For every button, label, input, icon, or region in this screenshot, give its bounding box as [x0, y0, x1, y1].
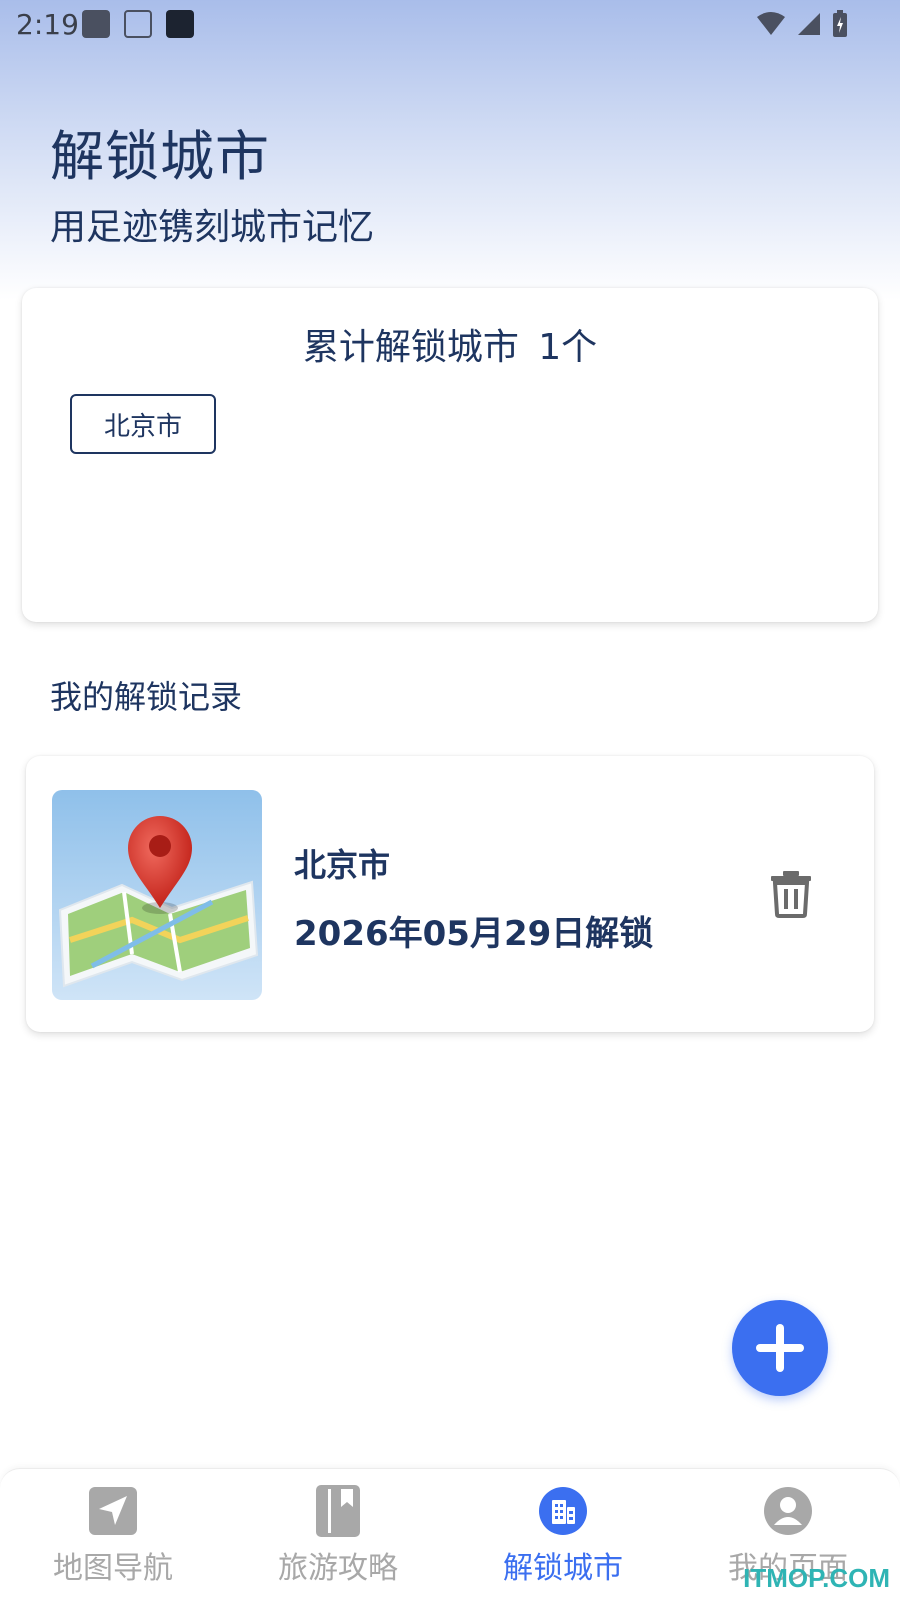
clock-widget-icon [166, 10, 194, 38]
nav-label: 地图导航 [53, 1551, 173, 1586]
notebook-icon [124, 10, 152, 38]
city-buildings-icon [537, 1485, 589, 1537]
status-bar: 2:19 [0, 0, 900, 48]
watermark: ITMOP.COM [743, 1563, 890, 1593]
status-time: 2:19 [16, 8, 79, 41]
nav-label: 旅游攻略 [278, 1551, 398, 1586]
record-date: 2026年05月29日解锁 [294, 914, 654, 954]
summary-label: 累计解锁城市 [302, 327, 519, 368]
navigation-arrow-icon [87, 1485, 139, 1537]
city-tag[interactable]: 北京市 [70, 394, 216, 454]
map-pin-thumbnail [52, 790, 262, 1000]
nav-label: 解锁城市 [503, 1551, 623, 1586]
system-icons [756, 10, 848, 38]
add-city-button[interactable] [732, 1300, 828, 1396]
record-city: 北京市 [294, 846, 391, 884]
trash-icon [771, 871, 811, 918]
delete-record-button[interactable] [766, 868, 816, 918]
user-icon [762, 1485, 814, 1537]
summary-title: 累计解锁城市 1个 [22, 318, 878, 370]
records-heading: 我的解锁记录 [50, 678, 243, 716]
record-card[interactable]: 北京市 2026年05月29日解锁 [26, 756, 874, 1032]
unlocked-summary-card: 累计解锁城市 1个 北京市 [22, 288, 878, 622]
page-title: 解锁城市 [50, 125, 270, 188]
summary-count: 1个 [538, 327, 598, 368]
signal-icon [798, 13, 820, 35]
wifi-icon [757, 12, 785, 35]
book-icon [312, 1485, 364, 1537]
sina-icon [82, 10, 110, 38]
battery-icon [833, 10, 847, 37]
page-subtitle: 用足迹镌刻城市记忆 [50, 207, 375, 248]
nav-item-map-navigation[interactable]: 地图导航 [23, 1485, 203, 1595]
nav-item-travel-guide[interactable]: 旅游攻略 [248, 1485, 428, 1595]
nav-item-unlock-city[interactable]: 解锁城市 [473, 1485, 653, 1595]
notification-icons [82, 10, 194, 38]
plus-icon [756, 1324, 804, 1372]
